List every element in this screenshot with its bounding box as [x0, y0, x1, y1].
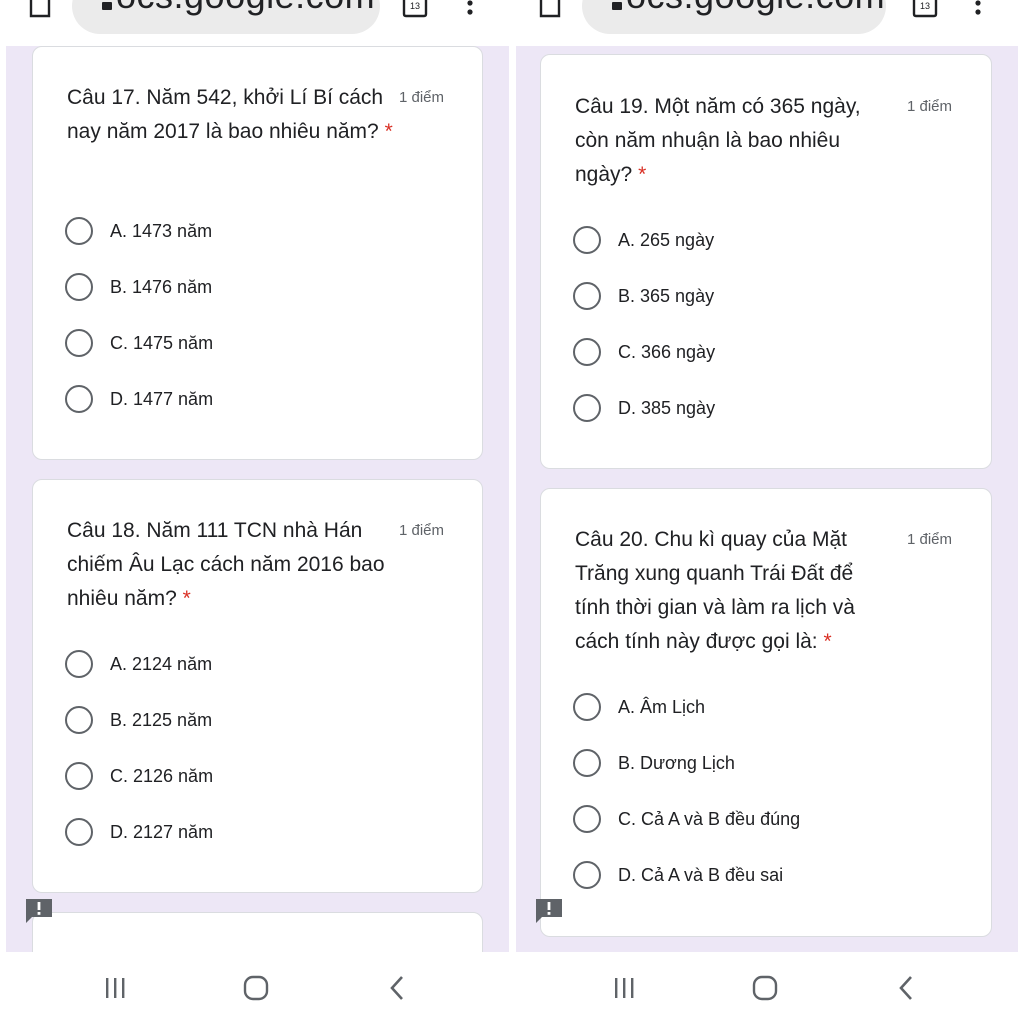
system-navigation-bar	[0, 952, 1024, 1024]
option-label: A. 265 ngày	[618, 229, 715, 250]
tabs-icon[interactable]: 13	[402, 0, 428, 18]
option-c[interactable]: C. Cả A và B đều đúng	[573, 803, 800, 835]
option-d[interactable]: D. 2127 năm	[65, 816, 213, 848]
required-asterisk: *	[182, 587, 191, 610]
radio-button[interactable]	[65, 762, 93, 790]
address-bar[interactable]: ocs.google.com	[72, 0, 380, 34]
option-b[interactable]: B. 1476 năm	[65, 271, 212, 303]
question-card-17: Câu 17. Năm 542, khởi Lí Bí cách nay năm…	[32, 46, 483, 460]
radio-button[interactable]	[573, 338, 601, 366]
option-label: C. Cả A và B đều đúng	[618, 808, 801, 829]
question-title: Câu 20. Chu kì quay của Mặt Trăng xung q…	[575, 528, 855, 653]
question-card-19: Câu 19. Một năm có 365 ngày, còn năm nhu…	[540, 54, 992, 469]
svg-text:13: 13	[920, 1, 930, 11]
radio-button[interactable]	[573, 749, 601, 777]
option-a[interactable]: A. 1473 năm	[65, 215, 212, 247]
report-problem-icon[interactable]	[24, 897, 54, 925]
option-label: B. Dương Lịch	[618, 752, 735, 773]
option-label: C. 1475 năm	[110, 332, 214, 353]
question-title: Câu 18. Năm 111 TCN nhà Hán chiếm Âu Lạc…	[67, 519, 385, 610]
question-points: 1 điểm	[399, 89, 445, 106]
option-d[interactable]: D. 1477 năm	[65, 383, 213, 415]
radio-button[interactable]	[65, 385, 93, 413]
question-title: Câu 19. Một năm có 365 ngày, còn năm nhu…	[575, 95, 861, 186]
back-icon[interactable]	[383, 974, 413, 1002]
url-text: ocs.google.com	[116, 0, 375, 14]
radio-button[interactable]	[573, 693, 601, 721]
radio-button[interactable]	[573, 226, 601, 254]
option-b[interactable]: B. 365 ngày	[573, 280, 714, 312]
option-label: A. 1473 năm	[110, 220, 213, 241]
right-screen: ocs.google.com 13 Câu 19. Một năm có 365…	[516, 0, 1018, 952]
browser-top-bar: ocs.google.com 13	[6, 0, 509, 46]
option-d[interactable]: D. 385 ngày	[573, 392, 715, 424]
required-asterisk: *	[384, 120, 393, 143]
question-card-next	[32, 912, 483, 952]
radio-button[interactable]	[573, 805, 601, 833]
radio-button[interactable]	[573, 282, 601, 310]
option-label: D. 385 ngày	[618, 397, 716, 418]
question-points: 1 điểm	[907, 531, 953, 548]
more-vert-icon[interactable]	[972, 0, 984, 20]
radio-button[interactable]	[65, 818, 93, 846]
browser-top-bar: ocs.google.com 13	[516, 0, 1018, 46]
required-asterisk: *	[823, 630, 832, 653]
question-card-20: Câu 20. Chu kì quay của Mặt Trăng xung q…	[540, 488, 992, 937]
left-screen: ocs.google.com 13 Câu 17. Năm 542, khởi …	[6, 0, 509, 952]
option-label: C. 366 ngày	[618, 341, 716, 362]
home-icon[interactable]	[28, 0, 52, 18]
option-label: A. 2124 năm	[110, 653, 213, 674]
url-text: ocs.google.com	[626, 0, 885, 14]
option-a[interactable]: A. 265 ngày	[573, 224, 714, 256]
radio-button[interactable]	[573, 394, 601, 422]
recent-apps-icon[interactable]	[100, 974, 130, 1002]
radio-button[interactable]	[65, 650, 93, 678]
option-label: D. 1477 năm	[110, 388, 214, 409]
option-label: D. Cả A và B đều sai	[618, 864, 784, 885]
radio-button[interactable]	[65, 329, 93, 357]
radio-button[interactable]	[573, 861, 601, 889]
option-b[interactable]: B. Dương Lịch	[573, 747, 735, 779]
option-label: D. 2127 năm	[110, 821, 214, 842]
option-b[interactable]: B. 2125 năm	[65, 704, 212, 736]
recent-apps-icon[interactable]	[609, 974, 639, 1002]
address-bar[interactable]: ocs.google.com	[582, 0, 886, 34]
nav-home-icon[interactable]	[750, 974, 780, 1002]
option-label: A. Âm Lịch	[618, 696, 706, 717]
tabs-icon[interactable]: 13	[912, 0, 938, 18]
question-points: 1 điểm	[399, 522, 445, 539]
back-icon[interactable]	[892, 974, 922, 1002]
option-label: B. 365 ngày	[618, 285, 715, 306]
option-c[interactable]: C. 2126 năm	[65, 760, 213, 792]
nav-home-icon[interactable]	[241, 974, 271, 1002]
report-problem-icon[interactable]	[534, 897, 564, 925]
option-label: C. 2126 năm	[110, 765, 214, 786]
question-points: 1 điểm	[907, 98, 953, 115]
lock-icon	[102, 2, 112, 10]
lock-icon	[612, 2, 622, 10]
option-c[interactable]: C. 366 ngày	[573, 336, 715, 368]
option-label: B. 2125 năm	[110, 709, 213, 730]
home-icon[interactable]	[538, 0, 562, 18]
option-c[interactable]: C. 1475 năm	[65, 327, 213, 359]
question-card-18: Câu 18. Năm 111 TCN nhà Hán chiếm Âu Lạc…	[32, 479, 483, 893]
option-d[interactable]: D. Cả A và B đều sai	[573, 859, 783, 891]
required-asterisk: *	[638, 163, 647, 186]
radio-button[interactable]	[65, 706, 93, 734]
svg-text:13: 13	[410, 1, 420, 11]
option-a[interactable]: A. Âm Lịch	[573, 691, 705, 723]
more-vert-icon[interactable]	[464, 0, 476, 20]
option-label: B. 1476 năm	[110, 276, 213, 297]
radio-button[interactable]	[65, 273, 93, 301]
radio-button[interactable]	[65, 217, 93, 245]
question-title: Câu 17. Năm 542, khởi Lí Bí cách nay năm…	[67, 86, 393, 143]
option-a[interactable]: A. 2124 năm	[65, 648, 212, 680]
